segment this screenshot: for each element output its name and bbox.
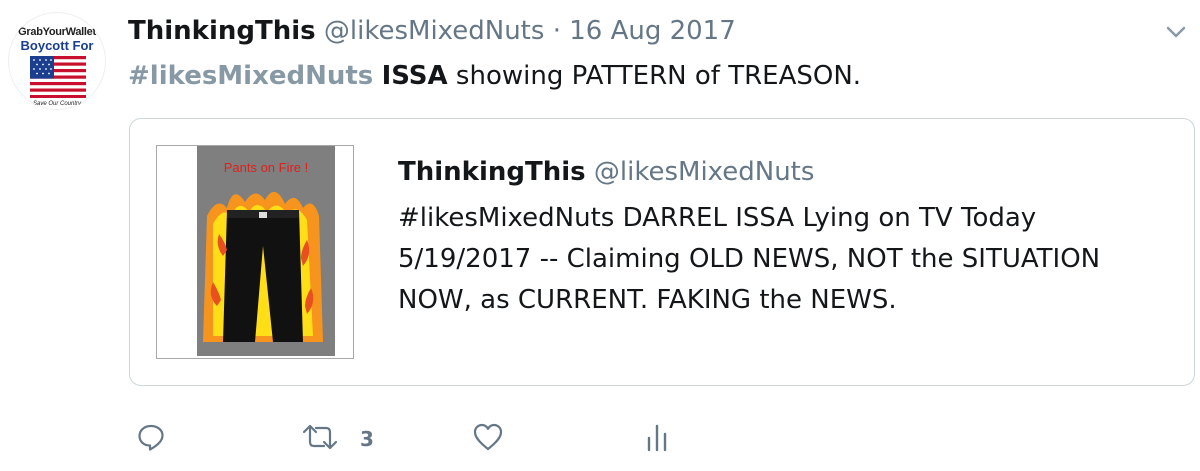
like-button[interactable] — [472, 422, 504, 452]
hashtag-link[interactable]: #likesMixedNuts — [128, 61, 373, 91]
tweet-text-rest: showing PATTERN of TREASON. — [455, 61, 862, 91]
pants-on-fire-illustration: Pants on Fire ! — [158, 146, 352, 357]
image-caption: Pants on Fire ! — [224, 160, 309, 175]
tweet-header: ThinkingThis @likesMixedNuts · 16 Aug 20… — [128, 14, 736, 48]
avatar-bottom-text: Save Our Country — [32, 101, 82, 107]
chevron-down-icon[interactable] — [1164, 22, 1188, 42]
us-flag-icon — [30, 56, 86, 98]
handle[interactable]: @likesMixedNuts — [324, 16, 545, 46]
display-name[interactable]: ThinkingThis — [128, 16, 316, 46]
reply-icon — [138, 424, 164, 451]
retweet-icon — [302, 424, 338, 450]
timestamp[interactable]: 16 Aug 2017 — [569, 16, 736, 46]
heart-icon — [473, 423, 503, 451]
retweet-count: 3 — [360, 427, 374, 451]
separator: · — [552, 16, 561, 46]
quoted-handle: @likesMixedNuts — [593, 157, 815, 187]
tweet-text: #likesMixedNuts ISSA showing PATTERN of … — [128, 58, 861, 94]
bold-word: ISSA — [381, 61, 448, 91]
quoted-tweet-header: ThinkingThis @likesMixedNuts — [398, 155, 814, 189]
avatar-mid-text: Boycott For — [20, 38, 94, 53]
avatar-top-text: GrabYourWallet — [18, 26, 96, 38]
quoted-display-name: ThinkingThis — [398, 157, 586, 187]
quoted-line-2: 5/19/2017 -- Claiming OLD NEWS, NOT the … — [398, 244, 1101, 274]
avatar[interactable]: GrabYourWallet Boycott For Save Our Coun… — [8, 12, 106, 110]
reply-button[interactable] — [136, 422, 166, 452]
quoted-tweet-card[interactable]: Pants on Fire ! ThinkingThis @likesMixed… — [129, 118, 1195, 386]
analytics-icon — [647, 424, 667, 452]
quoted-tweet-text: #likesMixedNuts DARREL ISSA Lying on TV … — [398, 198, 1100, 321]
retweet-button[interactable] — [300, 422, 340, 452]
quoted-line-3: NOW, as CURRENT. FAKING the NEWS. — [398, 285, 897, 315]
quoted-tweet-image[interactable]: Pants on Fire ! — [156, 145, 354, 359]
analytics-button[interactable] — [645, 422, 671, 452]
quoted-line-1: #likesMixedNuts DARREL ISSA Lying on TV … — [398, 203, 1037, 233]
